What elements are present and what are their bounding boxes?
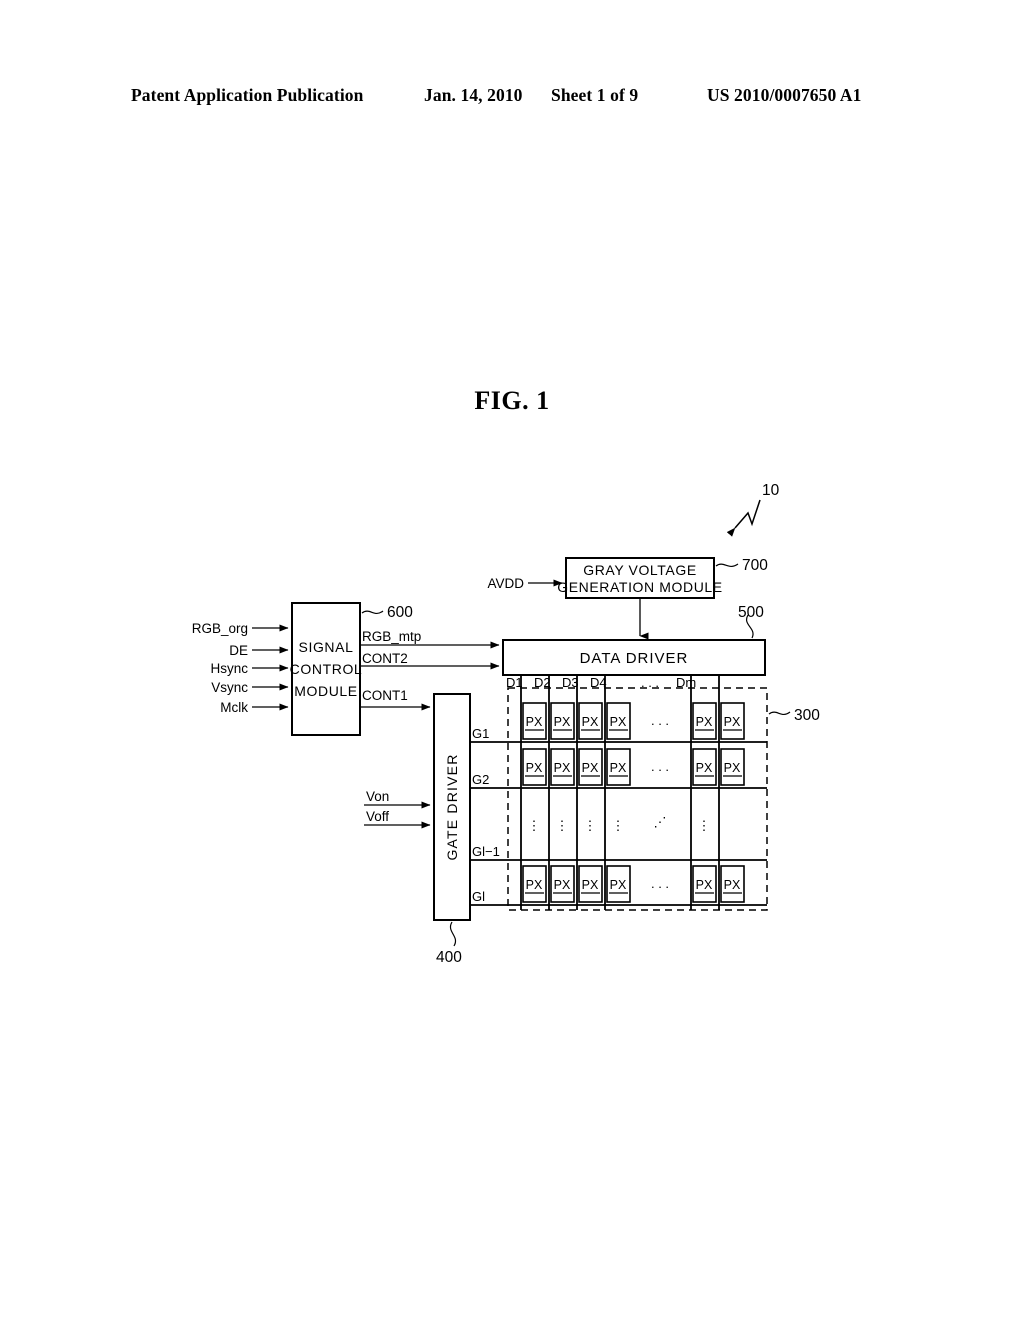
data-line-label-d3: D3 [562, 675, 579, 690]
pixel-row-2-ellipsis: . . . [651, 759, 669, 774]
gray-voltage-module-label-1: GRAY VOLTAGE [583, 562, 697, 578]
von-label: Von [366, 789, 389, 804]
pixel-label: PX [610, 878, 627, 892]
pixel-label: PX [554, 715, 571, 729]
pixel-inner-lines [525, 729, 742, 894]
input-label-mclk: Mclk [220, 700, 248, 715]
gate-driver-label: GATE DRIVER [444, 753, 460, 860]
pixel-label: PX [696, 761, 713, 775]
data-line-label-d2: D2 [534, 675, 551, 690]
pixel-label: PX [696, 715, 713, 729]
pixel-label: PX [610, 715, 627, 729]
pixel-label: PX [554, 761, 571, 775]
output-label-cont2: CONT2 [362, 651, 408, 666]
display-panel-reference: 300 [794, 707, 820, 724]
pixel-label: PX [582, 761, 599, 775]
pixel-column-ellipsis: ⋮ [584, 818, 597, 833]
gate-line-label-gl: Gl [472, 889, 485, 904]
gate-line-label-gl-1: Gl−1 [472, 844, 500, 859]
pixel-label: PX [582, 715, 599, 729]
signal-control-module-leader [361, 610, 384, 615]
display-panel-leader [768, 711, 791, 716]
pixel-label: PX [724, 878, 741, 892]
pixel-row-last-ellipsis: . . . [651, 876, 669, 891]
figure-drawing: RGB_org DE Hsync Vsync Mclk SIGNAL CONTR… [0, 0, 1024, 1320]
data-line-ellipsis: . . . [641, 675, 659, 690]
pixel-column-ellipsis: ⋮ [556, 818, 569, 833]
output-label-rgb-mtp: RGB_mtp [362, 629, 421, 644]
input-label-vsync: Vsync [211, 680, 248, 695]
pixel-label: PX [526, 878, 543, 892]
pixel-diagonal-ellipsis: ⋰ [654, 815, 667, 830]
pixel-label: PX [724, 715, 741, 729]
data-driver-label: DATA DRIVER [580, 650, 689, 667]
pixel-label: PX [526, 761, 543, 775]
gate-driver-leader [450, 921, 456, 947]
pixel-label: PX [554, 878, 571, 892]
system-reference-leader [726, 499, 761, 537]
patent-page: Patent Application Publication Jan. 14, … [0, 0, 1024, 1320]
gray-voltage-module-reference: 700 [742, 557, 768, 574]
data-line-label-dm: Dm [676, 675, 696, 690]
gray-voltage-module-leader [715, 563, 739, 568]
pixel-column-ellipsis: ⋮ [612, 818, 625, 833]
data-line-label-d4: D4 [590, 675, 607, 690]
gate-line-label-g2: G2 [472, 772, 489, 787]
avdd-label: AVDD [487, 576, 524, 591]
input-label-hsync: Hsync [210, 661, 248, 676]
pixel-row-1-ellipsis: . . . [651, 713, 669, 728]
signal-control-module-label-1: SIGNAL [299, 639, 354, 655]
gate-line-label-g1: G1 [472, 726, 489, 741]
data-driver-reference: 500 [738, 604, 764, 621]
signal-control-module-label-3: MODULE [294, 683, 358, 699]
gray-voltage-module-label-2: GENERATION MODULE [557, 579, 723, 595]
pixel-label: PX [582, 878, 599, 892]
pixel-label: PX [610, 761, 627, 775]
pixel-label: PX [526, 715, 543, 729]
gate-driver-reference: 400 [436, 949, 462, 966]
signal-control-inputs [252, 624, 289, 711]
pixel-label: PX [696, 878, 713, 892]
signal-control-module-label-2: CONTROL [290, 661, 363, 677]
voff-label: Voff [366, 809, 389, 824]
signal-control-module-reference: 600 [387, 604, 413, 621]
output-label-cont1: CONT1 [362, 688, 408, 703]
input-label-rgb-org: RGB_org [192, 621, 248, 636]
data-line-label-d1: D1 [506, 675, 523, 690]
input-label-de: DE [229, 643, 248, 658]
system-reference-number: 10 [762, 482, 780, 499]
pixel-label: PX [724, 761, 741, 775]
pixel-column-ellipsis: ⋮ [528, 818, 541, 833]
pixel-column-ellipsis: ⋮ [698, 818, 711, 833]
